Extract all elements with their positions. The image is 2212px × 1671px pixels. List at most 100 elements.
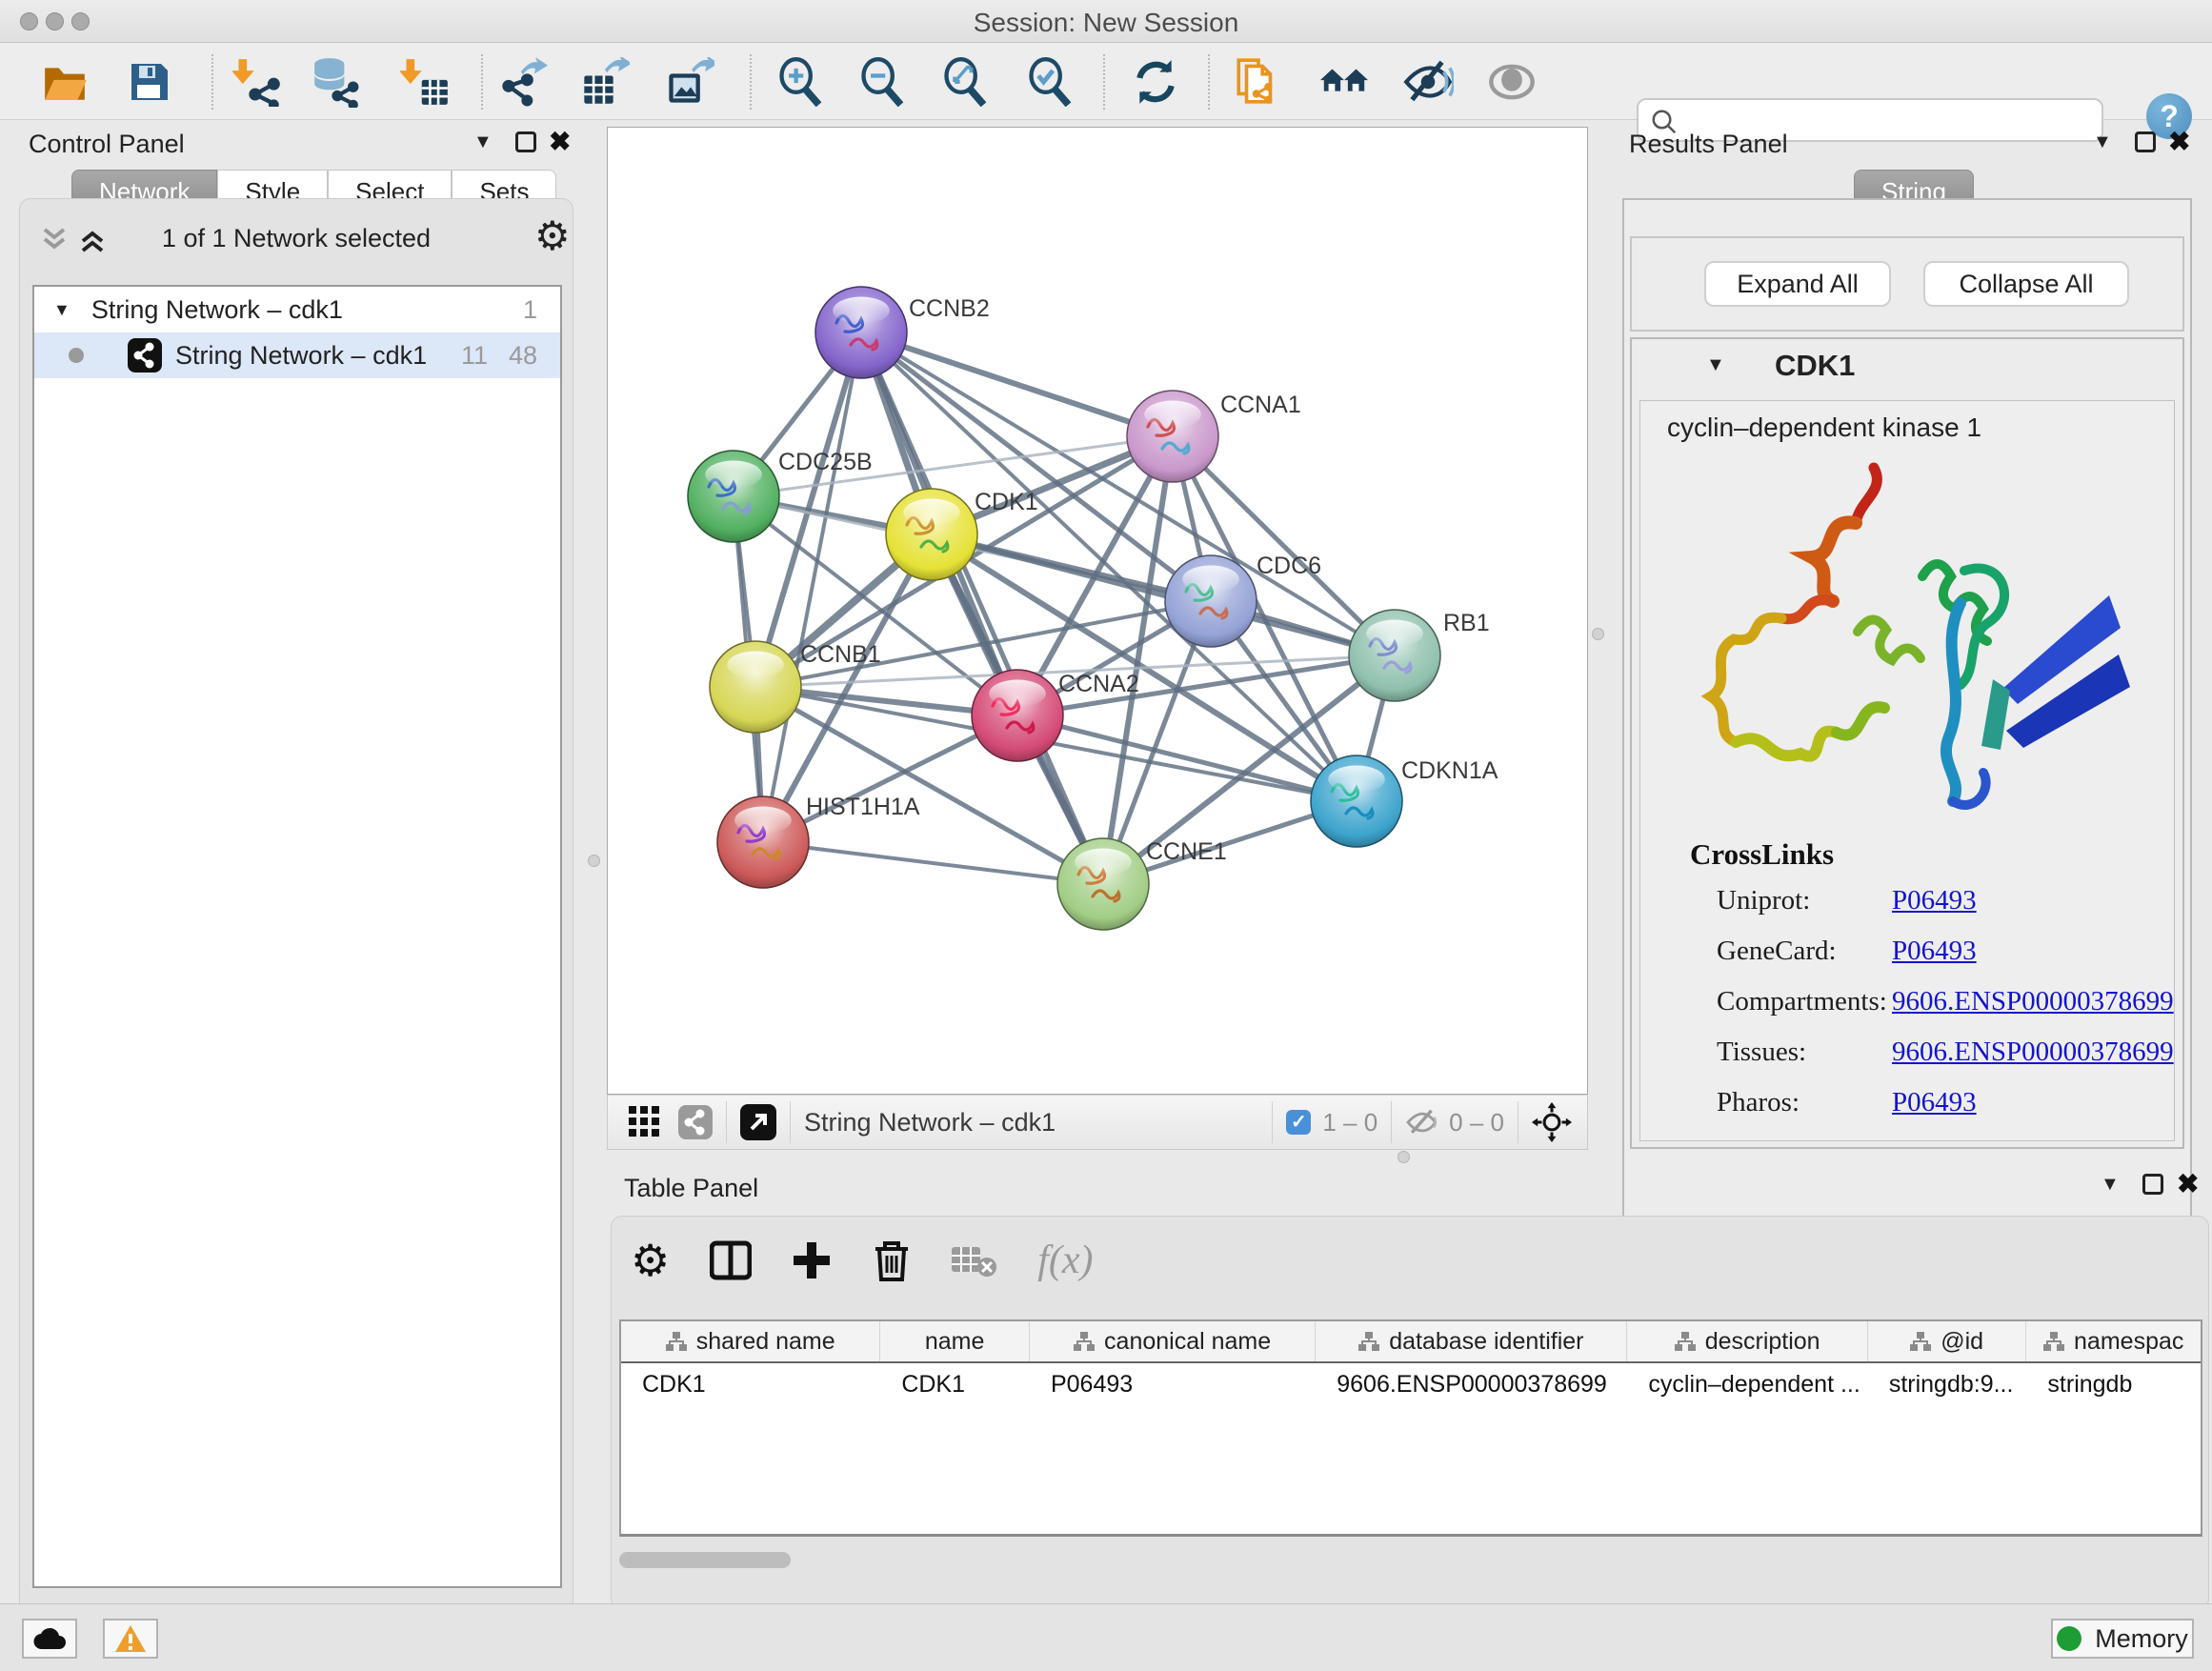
crosshair-icon[interactable] xyxy=(1532,1102,1572,1142)
show-columns-icon[interactable] xyxy=(710,1239,752,1281)
selected-checkbox-icon[interactable]: ✓ xyxy=(1286,1110,1311,1135)
table-panel-float-button[interactable] xyxy=(2142,1174,2163,1195)
network-node-CCNA1[interactable]: CCNA1 xyxy=(1127,391,1301,482)
open-session-button[interactable] xyxy=(39,56,90,108)
memory-button[interactable]: Memory xyxy=(2051,1619,2194,1659)
gray-eye-icon xyxy=(1487,57,1537,107)
node-label-CCNA2: CCNA2 xyxy=(1058,671,1139,697)
column-header[interactable]: namespac xyxy=(2026,1321,2201,1361)
network-node-CCNA2[interactable]: CCNA2 xyxy=(972,670,1139,761)
string-home-button[interactable] xyxy=(1318,56,1370,108)
left-splitter-handle[interactable] xyxy=(588,855,600,867)
column-header[interactable]: canonical name xyxy=(1030,1321,1316,1361)
crosslink-pharos-link[interactable]: P06493 xyxy=(1892,1087,1977,1118)
gene-collapse-caret[interactable]: ▼ xyxy=(1706,354,1725,376)
zoom-fit-button[interactable] xyxy=(939,56,991,108)
expand-all-button[interactable]: Expand All xyxy=(1704,261,1891,307)
cloud-status-button[interactable] xyxy=(22,1619,77,1659)
table-panel-menu-caret[interactable]: ▼ xyxy=(2101,1174,2120,1196)
network-collection-row[interactable]: ▼ String Network – cdk1 1 xyxy=(34,287,560,332)
expand-all-icon[interactable] xyxy=(79,226,111,254)
export-network-button[interactable] xyxy=(497,56,549,108)
node-label-CDC6: CDC6 xyxy=(1257,553,1321,579)
expand-collapse-box: Expand All Collapse All xyxy=(1630,236,2184,332)
right-splitter-handle[interactable] xyxy=(1592,628,1604,640)
import-network-from-database-button[interactable] xyxy=(310,56,361,108)
refresh-icon xyxy=(1132,58,1179,106)
delete-column-icon[interactable] xyxy=(872,1239,912,1281)
network-canvas[interactable]: CCNB2CCNA1CDC25BCDK1CDC6RB1CCNB1CCNA2CDK… xyxy=(607,127,1588,1095)
cell-name[interactable]: CDK1 xyxy=(880,1363,1030,1405)
zoom-in-button[interactable] xyxy=(774,56,826,108)
export-table-button[interactable] xyxy=(579,56,631,108)
toolbar-separator xyxy=(211,54,213,110)
delete-table-icon[interactable] xyxy=(952,1243,997,1278)
birds-eye-grid-icon[interactable] xyxy=(629,1106,661,1138)
network-options-gear-icon[interactable]: ⚙ xyxy=(534,212,571,259)
string-documents-button[interactable] xyxy=(1233,56,1284,108)
footer-separator xyxy=(790,1101,791,1143)
import-table-button[interactable] xyxy=(399,56,451,108)
network-edge-CCNB2-CCNA1[interactable] xyxy=(861,332,1173,436)
export-image-button[interactable] xyxy=(664,56,715,108)
network-graph[interactable]: CCNB2CCNA1CDC25BCDK1CDC6RB1CCNB1CCNA2CDK… xyxy=(608,128,1587,1094)
network-node-CDK1[interactable]: CDK1 xyxy=(886,489,1038,580)
save-session-button[interactable] xyxy=(124,56,175,108)
table-row[interactable]: CDK1 CDK1 P06493 9606.ENSP00000378699 cy… xyxy=(621,1363,2201,1405)
crosslink-compartments-link[interactable]: 9606.ENSP00000378699 xyxy=(1892,986,2174,1017)
network-node-RB1[interactable]: RB1 xyxy=(1349,610,1490,701)
table-panel-close-button[interactable]: ✖ xyxy=(2177,1168,2199,1199)
results-panel-close-button[interactable]: ✖ xyxy=(2168,126,2190,157)
table-gear-icon[interactable]: ⚙ xyxy=(631,1235,670,1286)
collapse-all-icon[interactable] xyxy=(41,226,73,254)
cell-database-identifier[interactable]: 9606.ENSP00000378699 xyxy=(1316,1363,1627,1405)
column-header[interactable]: name xyxy=(880,1321,1030,1361)
results-panel-float-button[interactable] xyxy=(2135,131,2156,152)
horizontal-scrollbar[interactable] xyxy=(619,1552,791,1568)
column-header[interactable]: @id xyxy=(1868,1321,2027,1361)
network-label: String Network – cdk1 xyxy=(175,341,427,371)
control-panel-close-button[interactable]: ✖ xyxy=(549,126,571,157)
gene-section-header[interactable]: ▼ CDK1 xyxy=(1632,339,2182,400)
crosslink-uniprot-link[interactable]: P06493 xyxy=(1892,885,1977,916)
network-panel-body: 1 of 1 Network selected ⚙ ▼ String Netwo… xyxy=(19,198,573,1621)
save-icon xyxy=(127,59,172,105)
zoom-out-button[interactable] xyxy=(856,56,908,108)
column-header[interactable]: database identifier xyxy=(1316,1321,1627,1361)
import-network-button[interactable] xyxy=(231,56,283,108)
network-tree: ▼ String Network – cdk1 1 String Network… xyxy=(32,285,562,1588)
add-column-icon[interactable] xyxy=(792,1240,832,1280)
zoom-selected-button[interactable] xyxy=(1024,56,1076,108)
refresh-button[interactable] xyxy=(1130,56,1181,108)
footer-separator xyxy=(1391,1101,1392,1143)
network-badge-icon[interactable] xyxy=(678,1105,713,1139)
tree-expand-caret[interactable]: ▼ xyxy=(53,300,70,320)
results-panel-menu-caret[interactable]: ▼ xyxy=(2093,131,2112,153)
network-edge-HIST1H1A-CCNE1[interactable] xyxy=(763,842,1103,884)
cell-canonical-name[interactable]: P06493 xyxy=(1030,1363,1316,1405)
table-panel: Table Panel ▼ ✖ ⚙ f(x) shared name name … xyxy=(607,1170,2212,1613)
collapse-all-button[interactable]: Collapse All xyxy=(1923,261,2129,307)
network-node-HIST1H1A[interactable]: HIST1H1A xyxy=(717,794,920,888)
cell-namespace[interactable]: stringdb xyxy=(2026,1363,2201,1405)
cell-shared-name[interactable]: CDK1 xyxy=(621,1363,880,1405)
horizontal-splitter-handle[interactable] xyxy=(1398,1151,1410,1163)
control-panel-float-button[interactable] xyxy=(515,131,536,152)
hidden-eye-slash-icon[interactable] xyxy=(1405,1108,1439,1137)
cell-description[interactable]: cyclin–dependent ... xyxy=(1627,1363,1867,1405)
hide-unselected-button[interactable] xyxy=(1402,56,1454,108)
crosslink-genecard-link[interactable]: P06493 xyxy=(1892,936,1977,967)
control-panel-menu-caret[interactable]: ▼ xyxy=(473,131,493,153)
network-row[interactable]: String Network – cdk1 11 48 xyxy=(34,332,560,378)
network-node-CDC25B[interactable]: CDC25B xyxy=(688,449,873,542)
network-node-CDKN1A[interactable]: CDKN1A xyxy=(1311,755,1498,847)
column-header[interactable]: shared name xyxy=(621,1321,880,1361)
warnings-button[interactable] xyxy=(103,1619,158,1659)
function-builder-icon[interactable]: f(x) xyxy=(1037,1238,1093,1283)
show-graphics-details-button[interactable] xyxy=(1486,56,1538,108)
crosslink-tissues-link[interactable]: 9606.ENSP00000378699 xyxy=(1892,1037,2174,1068)
network-edge-CCNB2-HIST1H1A[interactable] xyxy=(763,332,861,842)
cell-id[interactable]: stringdb:9... xyxy=(1868,1363,2027,1405)
column-header[interactable]: description xyxy=(1627,1321,1867,1361)
open-in-window-icon[interactable] xyxy=(740,1104,776,1140)
